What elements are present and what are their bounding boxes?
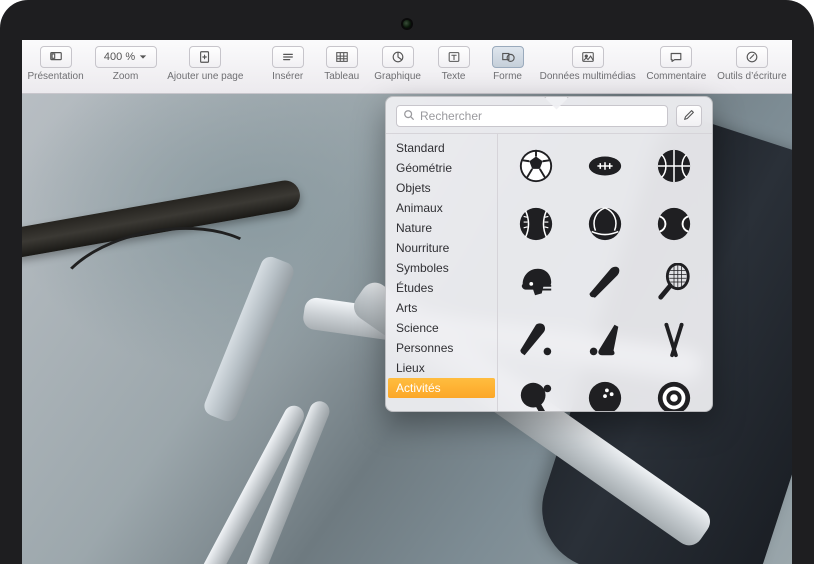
shape-football-helmet[interactable] (514, 260, 558, 304)
toolbar-label: Tableau (324, 71, 359, 82)
shape-basketball[interactable] (652, 144, 696, 188)
shape-hockey-stick[interactable] (583, 318, 627, 362)
category-item[interactable]: Objets (386, 178, 497, 198)
toolbar-item-markup[interactable]: Outils d’écriture (718, 42, 786, 82)
draw-shape-button[interactable] (676, 105, 702, 127)
zoom-value: 400 % (104, 51, 135, 63)
shape-tennis-ball[interactable] (652, 202, 696, 246)
toolbar-item-comment[interactable]: Commentaire (647, 42, 706, 82)
toolbar-label: Forme (493, 71, 522, 82)
category-item[interactable]: Symboles (386, 258, 497, 278)
toolbar-label: Graphique (374, 71, 421, 82)
toolbar-item-media[interactable]: Données multimédias (541, 42, 635, 82)
presentation-icon (49, 50, 63, 64)
shape-icon (501, 50, 515, 64)
category-item[interactable]: Géométrie (386, 158, 497, 178)
device-frame: Présentation 400 % Zoom (0, 0, 814, 564)
shape-bowling-ball[interactable] (583, 376, 627, 411)
toolbar-item-shape[interactable]: Forme (487, 42, 529, 82)
toolbar-label: Présentation (27, 71, 83, 82)
toolbar-label: Texte (442, 71, 466, 82)
shape-soccer-ball[interactable] (514, 144, 558, 188)
category-item[interactable]: Personnes (386, 338, 497, 358)
category-item[interactable]: Lieux (386, 358, 497, 378)
toolbar-item-table[interactable]: Tableau (321, 42, 363, 82)
toolbar: Présentation 400 % Zoom (22, 40, 792, 94)
shapes-popover: StandardGéométrieObjetsAnimauxNatureNour… (385, 96, 713, 412)
category-item[interactable]: Science (386, 318, 497, 338)
media-icon (581, 50, 595, 64)
toolbar-label: Commentaire (646, 71, 706, 82)
toolbar-item-insert[interactable]: Insérer (267, 42, 309, 82)
category-list[interactable]: StandardGéométrieObjetsAnimauxNatureNour… (386, 134, 498, 411)
bezel-right (792, 40, 814, 564)
add-page-icon (198, 50, 212, 64)
markup-icon (745, 50, 759, 64)
insert-icon (281, 50, 295, 64)
search-icon (403, 109, 415, 124)
comment-icon (669, 50, 683, 64)
bezel-left (0, 40, 22, 564)
category-item[interactable]: Activités (388, 378, 495, 398)
chevron-down-icon (139, 53, 147, 61)
shape-target[interactable] (652, 376, 696, 411)
shape-ski-poles[interactable] (652, 318, 696, 362)
toolbar-item-chart[interactable]: Graphique (375, 42, 421, 82)
toolbar-label: Zoom (113, 71, 139, 82)
category-item[interactable]: Nourriture (386, 238, 497, 258)
shape-grid[interactable] (498, 134, 712, 411)
shape-baseball[interactable] (514, 202, 558, 246)
toolbar-item-text[interactable]: Texte (433, 42, 475, 82)
popover-header (386, 97, 712, 133)
camera-icon (403, 20, 411, 28)
chart-icon (391, 50, 405, 64)
category-item[interactable]: Arts (386, 298, 497, 318)
shape-ping-pong[interactable] (514, 376, 558, 411)
toolbar-item-zoom[interactable]: 400 % Zoom (95, 42, 156, 82)
shape-american-football[interactable] (583, 144, 627, 188)
shape-tennis-racket[interactable] (652, 260, 696, 304)
bezel-top (0, 0, 814, 40)
category-item[interactable]: Standard (386, 138, 497, 158)
category-item[interactable]: Nature (386, 218, 497, 238)
shape-cricket-bat[interactable] (514, 318, 558, 362)
search-field[interactable] (396, 105, 668, 127)
toolbar-label: Insérer (272, 71, 303, 82)
shape-volleyball[interactable] (583, 202, 627, 246)
table-icon (335, 50, 349, 64)
text-icon (447, 50, 461, 64)
category-item[interactable]: Animaux (386, 198, 497, 218)
toolbar-label: Données multimédias (540, 71, 636, 82)
toolbar-item-add-page[interactable]: Ajouter une page (168, 42, 243, 82)
toolbar-item-presentation[interactable]: Présentation (28, 42, 83, 82)
shape-baseball-bat[interactable] (583, 260, 627, 304)
search-input[interactable] (420, 109, 661, 123)
category-item[interactable]: Études (386, 278, 497, 298)
pen-icon (682, 108, 696, 125)
app-window: Présentation 400 % Zoom (22, 40, 792, 564)
toolbar-label: Ajouter une page (167, 71, 243, 82)
toolbar-label: Outils d’écriture (717, 71, 786, 82)
